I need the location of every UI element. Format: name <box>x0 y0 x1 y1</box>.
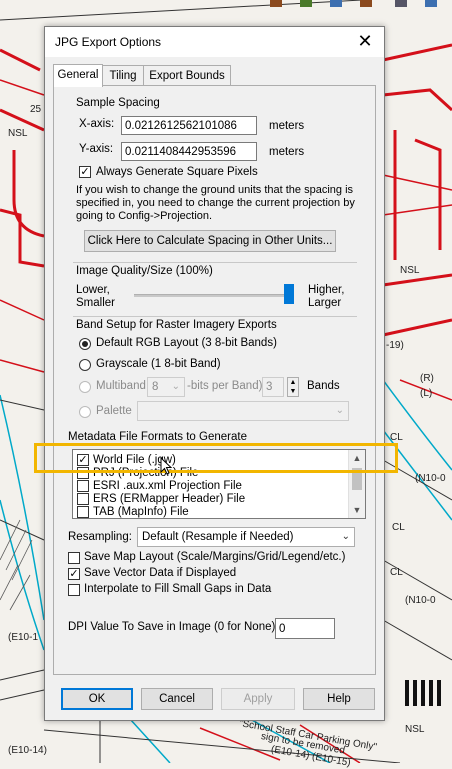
tab-general[interactable]: General <box>53 64 103 87</box>
save-vector-data-label: Save Vector Data if Displayed <box>84 567 237 579</box>
map-label: (L) <box>420 388 433 399</box>
quality-slider-track[interactable] <box>134 294 294 297</box>
mouse-cursor-icon <box>160 457 173 475</box>
map-label: CL <box>390 432 403 443</box>
map-label: (E10-14) <box>8 745 47 756</box>
save-vector-data-checkbox[interactable]: ✓ <box>68 568 80 580</box>
tab-tiling[interactable]: Tiling <box>101 65 145 86</box>
band-count-spinner[interactable]: ▲ ▼ <box>287 377 299 397</box>
interpolate-gaps-checkbox[interactable] <box>68 584 80 596</box>
quality-slider-thumb[interactable] <box>284 284 294 304</box>
square-pixels-label: Always Generate Square Pixels <box>96 166 258 178</box>
map-label: (E10-1 <box>8 632 39 643</box>
y-axis-unit: meters <box>269 146 305 158</box>
bits-per-band-value: 8 <box>152 381 159 393</box>
y-axis-input[interactable]: 0.0211408442953596 <box>121 142 257 161</box>
map-label: NSL <box>8 128 28 139</box>
image-quality-heading: Image Quality/Size (100%) <box>76 265 213 277</box>
quality-lower-label: Smaller <box>76 297 115 309</box>
ok-button[interactable]: OK <box>61 688 133 710</box>
chevron-down-icon: ⌄ <box>341 531 350 542</box>
metadata-heading: Metadata File Formats to Generate <box>68 431 247 443</box>
square-pixels-checkbox[interactable]: ✓ <box>79 166 91 178</box>
help-button[interactable]: Help <box>303 688 375 710</box>
tab-file-checkbox[interactable] <box>77 506 89 518</box>
apply-button[interactable]: Apply <box>221 688 295 710</box>
save-map-layout-checkbox[interactable] <box>68 552 80 564</box>
map-label: (N10-0 <box>405 595 436 606</box>
map-label: CL <box>392 522 405 533</box>
list-item-label: ERS (ERMapper Header) File <box>93 493 246 505</box>
group-divider <box>73 262 357 263</box>
resampling-label: Resampling: <box>68 531 132 543</box>
tab-export-bounds[interactable]: Export Bounds <box>143 65 231 86</box>
dpi-label: DPI Value To Save in Image (0 for None) <box>68 621 276 633</box>
dialog-title: JPG Export Options <box>55 35 162 49</box>
highlight-box <box>34 443 398 473</box>
palette-radio[interactable] <box>79 406 91 418</box>
multiband-radio[interactable] <box>79 381 91 393</box>
chevron-down-icon: ⌄ <box>335 405 344 416</box>
grayscale-radio[interactable] <box>79 359 91 371</box>
palette-label: Palette <box>96 405 132 417</box>
map-label: -19) <box>386 340 404 351</box>
band-count-input[interactable]: 3 <box>262 377 284 397</box>
quality-higher-label: Higher, <box>308 284 345 296</box>
close-icon[interactable]: ✕ <box>356 31 374 51</box>
sample-spacing-heading: Sample Spacing <box>76 97 160 109</box>
bits-per-band-label: -bits per Band) <box>187 380 263 392</box>
map-label: (N10-0 <box>415 473 446 484</box>
list-item-label: TAB (MapInfo) File <box>93 506 189 518</box>
x-axis-input[interactable]: 0.0212612562101086 <box>121 116 257 135</box>
cancel-button[interactable]: Cancel <box>141 688 213 710</box>
general-tab-panel: Sample Spacing X-axis: 0.021261256210108… <box>53 85 376 675</box>
bands-label: Bands <box>307 380 340 392</box>
calculate-spacing-button[interactable]: Click Here to Calculate Spacing in Other… <box>84 230 336 252</box>
dpi-input[interactable]: 0 <box>275 618 335 639</box>
x-axis-label: X-axis: <box>79 118 115 130</box>
spacing-info-text: If you wish to change the ground units t… <box>76 184 354 196</box>
bits-per-band-select[interactable]: 8 ⌄ <box>147 377 185 397</box>
spacing-info-text: going to Config->Projection. <box>76 210 213 222</box>
grayscale-label: Grayscale (1 8-bit Band) <box>96 358 221 370</box>
spacing-info-text: specified in, you need to change the cur… <box>76 197 355 209</box>
quality-lower-label: Lower, <box>76 284 110 296</box>
resampling-value: Default (Resample if Needed) <box>142 531 294 543</box>
x-axis-unit: meters <box>269 120 305 132</box>
save-map-layout-label: Save Map Layout (Scale/Margins/Grid/Lege… <box>84 551 346 563</box>
ers-file-checkbox[interactable] <box>77 493 89 505</box>
rgb-layout-label: Default RGB Layout (3 8-bit Bands) <box>96 337 277 349</box>
esri-aux-checkbox[interactable] <box>77 480 89 492</box>
list-item-label: ESRI .aux.xml Projection File <box>93 480 242 492</box>
palette-select[interactable]: ⌄ <box>137 401 349 421</box>
chevron-down-icon: ⌄ <box>171 381 180 392</box>
map-label: (R) <box>420 373 434 384</box>
map-label: 25 <box>30 104 42 115</box>
multiband-label: Multiband ( <box>96 380 153 392</box>
group-divider <box>73 316 357 317</box>
quality-higher-label: Larger <box>308 297 342 309</box>
y-axis-label: Y-axis: <box>79 143 114 155</box>
dialog-titlebar[interactable]: JPG Export Options ✕ <box>45 27 384 57</box>
map-label: CL <box>390 567 403 578</box>
band-setup-heading: Band Setup for Raster Imagery Exports <box>76 319 277 331</box>
map-label: NSL <box>400 265 420 276</box>
rgb-layout-radio[interactable] <box>79 338 91 350</box>
resampling-select[interactable]: Default (Resample if Needed) ⌄ <box>137 527 355 547</box>
scroll-down-icon[interactable]: ▼ <box>349 502 365 518</box>
jpg-export-dialog: JPG Export Options ✕ General Tiling Expo… <box>44 26 385 721</box>
interpolate-gaps-label: Interpolate to Fill Small Gaps in Data <box>84 583 272 595</box>
map-label: NSL <box>405 724 425 735</box>
